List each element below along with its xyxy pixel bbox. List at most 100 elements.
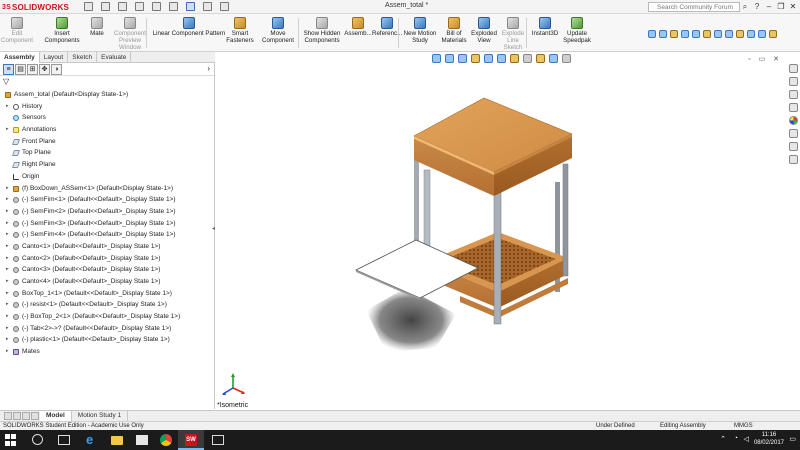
expand-arrow-icon[interactable]: ▸ <box>6 264 9 276</box>
undo-icon[interactable] <box>169 2 178 11</box>
tree-item[interactable]: ▸ (-) plastic<1> (Default<<Default>_Displ… <box>0 334 214 346</box>
shadows-icon[interactable] <box>758 30 766 38</box>
clock[interactable]: 11:16 08/02/2017 <box>754 432 784 447</box>
tree-item[interactable]: ▸ Canto<3> (Default<<Default>_Display Sta… <box>0 264 214 276</box>
tree-item[interactable]: Top Plane <box>0 147 214 159</box>
file-explorer-icon[interactable] <box>788 90 798 99</box>
tree-item[interactable]: ▸ (-) SemFim<2> (Default<<Default>_Displa… <box>0 206 214 218</box>
edit-appearance-icon[interactable] <box>536 54 545 63</box>
help-icon[interactable]: ? <box>752 1 762 12</box>
restore-icon[interactable]: ❐ <box>776 1 786 12</box>
edge-browser-icon[interactable]: e <box>86 433 98 446</box>
solidworks-logo[interactable]: 3S SOLIDWORKS <box>2 2 69 12</box>
tree-item[interactable]: Assem_total (Default<Display State-1>) <box>0 89 214 101</box>
tab-sketch[interactable]: Sketch <box>68 52 98 63</box>
last-tab-nav-icon[interactable] <box>31 412 39 420</box>
command-speedpak-button[interactable]: Update Speedpak <box>560 14 594 51</box>
tab-evaluate[interactable]: Evaluate <box>97 52 132 63</box>
display-style-icon[interactable] <box>659 30 667 38</box>
tree-item[interactable]: ▸ BoxTop_1<1> (Default<<Default>_Display … <box>0 288 214 300</box>
chevron-right-icon[interactable]: › <box>207 64 210 73</box>
solidworks-resources-icon[interactable] <box>788 64 798 73</box>
expand-arrow-icon[interactable]: ▸ <box>6 346 9 358</box>
wifi-icon[interactable]: ◔ <box>734 435 738 442</box>
expand-arrow-icon[interactable]: ▸ <box>6 183 9 195</box>
tab-layout[interactable]: Layout <box>40 52 69 63</box>
expand-arrow-icon[interactable]: ▸ <box>6 206 9 218</box>
command-smart-fasteners-button[interactable]: Smart Fasteners <box>226 14 254 51</box>
first-tab-nav-icon[interactable] <box>4 412 12 420</box>
command-show-hidden-button[interactable]: Show Hidden Components <box>302 14 342 51</box>
tree-item[interactable]: Origin <box>0 171 214 183</box>
tab-assembly[interactable]: Assembly <box>0 52 40 63</box>
notifications-icon[interactable]: ▭ <box>789 435 796 443</box>
minimize-icon[interactable]: – <box>764 1 774 12</box>
task-view-icon[interactable] <box>58 435 70 445</box>
tree-item[interactable]: ▸ (f) BoxDown_ASSem<1> (Default<Display S… <box>0 183 214 195</box>
store-icon[interactable] <box>136 435 148 445</box>
dynamic-annotation-icon[interactable] <box>484 54 493 63</box>
pan-icon[interactable] <box>736 30 744 38</box>
command-mate-button[interactable]: Mate <box>88 14 106 51</box>
command-insert-components-button[interactable]: Insert Components <box>36 14 88 51</box>
solidworks-forum-icon[interactable] <box>788 142 798 151</box>
expand-arrow-icon[interactable]: ▸ <box>6 334 9 346</box>
chrome-icon[interactable] <box>160 434 172 446</box>
tree-item[interactable]: ▸ (-) SemFim<4> (Default<<Default>_Displa… <box>0 229 214 241</box>
prev-tab-nav-icon[interactable] <box>13 412 21 420</box>
expand-arrow-icon[interactable]: ▸ <box>6 323 9 335</box>
options-gear-icon[interactable] <box>220 2 229 11</box>
rebuild-icon[interactable] <box>203 2 212 11</box>
tray-expand-icon[interactable]: ⌃ <box>720 435 726 443</box>
apply-scene-icon[interactable] <box>549 54 558 63</box>
configuration-manager-icon[interactable]: ⊞ <box>27 63 38 75</box>
appearances-icon[interactable] <box>788 116 798 125</box>
zoom-to-fit-icon[interactable] <box>432 54 441 63</box>
realview-icon[interactable] <box>747 30 755 38</box>
dimxpert-icon[interactable]: ✥ <box>39 63 50 75</box>
tree-item[interactable]: ▸ (-) Tab<2>->? (Default<<Default>_Displa… <box>0 323 214 335</box>
rotate-icon[interactable] <box>725 30 733 38</box>
view-orientation-icon[interactable] <box>648 30 656 38</box>
home-icon[interactable] <box>84 2 93 11</box>
command-motion-study-button[interactable]: New Motion Study <box>402 14 438 51</box>
save-icon[interactable] <box>135 2 144 11</box>
section-view-icon[interactable] <box>471 54 480 63</box>
tree-item[interactable]: Sensors <box>0 112 214 124</box>
expand-arrow-icon[interactable]: ▸ <box>6 229 9 241</box>
expand-arrow-icon[interactable]: ▸ <box>6 311 9 323</box>
design-library-icon[interactable] <box>788 77 798 86</box>
tree-item[interactable]: ▸ Canto<2> (Default<<Default>_Display Sta… <box>0 253 214 265</box>
expand-arrow-icon[interactable]: ▸ <box>6 124 9 136</box>
hide-show-icon[interactable] <box>670 30 678 38</box>
tree-item[interactable]: ▸ Mates <box>0 346 214 358</box>
photos-app-icon[interactable] <box>212 435 224 445</box>
custom-properties-icon[interactable] <box>788 129 798 138</box>
tree-item[interactable]: ▸ Annotations <box>0 124 214 136</box>
property-manager-icon[interactable]: ▤ <box>15 63 26 75</box>
command-linear-pattern-button[interactable]: Linear Component Pattern <box>152 14 226 51</box>
command-bom-button[interactable]: Bill of Materials <box>440 14 468 51</box>
expand-arrow-icon[interactable]: ▸ <box>6 299 9 311</box>
expand-arrow-icon[interactable]: ▸ <box>6 276 9 288</box>
command-assembly-features-button[interactable]: Assemb... <box>344 14 372 51</box>
new-document-icon[interactable] <box>101 2 110 11</box>
graphics-area[interactable] <box>216 52 784 409</box>
zoom-area-icon[interactable] <box>445 54 454 63</box>
open-icon[interactable] <box>118 2 127 11</box>
command-explode-line-button[interactable]: Explode Line Sketch <box>498 14 528 51</box>
search-input[interactable] <box>648 2 740 12</box>
expand-arrow-icon[interactable]: ▸ <box>6 241 9 253</box>
search-icon[interactable]: ⌕ <box>740 1 750 12</box>
hide-show-items-icon[interactable] <box>523 54 532 63</box>
tree-item[interactable]: ▸ (-) resist<1> (Default<<Default>_Displa… <box>0 299 214 311</box>
tree-item[interactable]: ▸ (-) BoxTop_2<1> (Default<<Default>_Disp… <box>0 311 214 323</box>
zoom-icon[interactable] <box>714 30 722 38</box>
section-view-icon[interactable] <box>703 30 711 38</box>
select-icon[interactable] <box>186 2 195 11</box>
close-icon[interactable]: ✕ <box>788 1 798 12</box>
expand-arrow-icon[interactable]: ▸ <box>6 194 9 206</box>
volume-icon[interactable]: ◁ <box>744 435 749 443</box>
taskbar-solidworks-active[interactable]: SW <box>178 430 204 450</box>
view-palette-icon[interactable] <box>788 103 798 112</box>
